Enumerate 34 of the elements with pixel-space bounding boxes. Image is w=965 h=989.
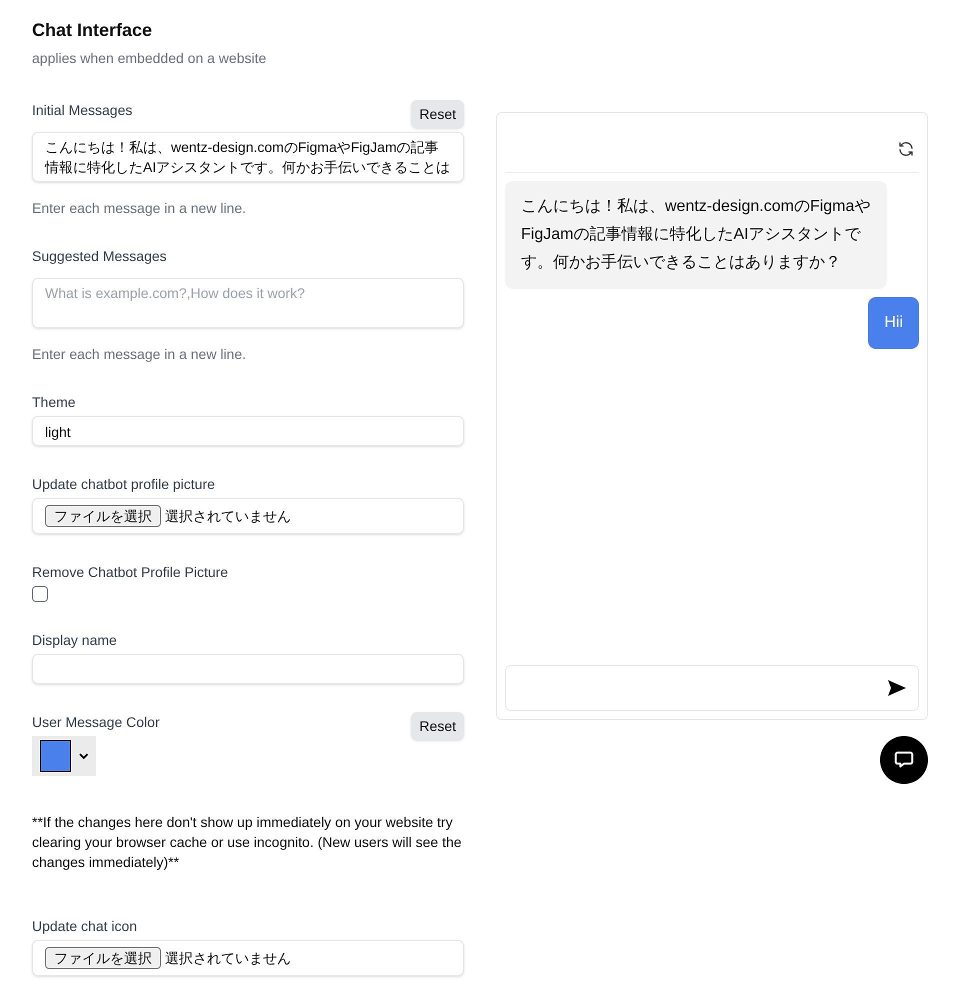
- field-label: Suggested Messages: [32, 247, 167, 266]
- chevron-down-icon: [78, 752, 88, 760]
- refresh-icon[interactable]: [897, 140, 915, 158]
- text-input[interactable]: [32, 654, 464, 684]
- color-picker[interactable]: [32, 736, 96, 776]
- field-label: Update chat icon: [32, 917, 138, 936]
- chat-bubble-button[interactable]: [880, 736, 928, 784]
- field-label: Initial Messages: [32, 101, 132, 120]
- choose-file-button[interactable]: ファイルを選択: [45, 947, 161, 969]
- help-text: Enter each message in a new line.: [32, 345, 248, 364]
- page-subtitle: applies when embedded on a website: [32, 49, 268, 68]
- file-status: 選択されていません: [165, 949, 291, 968]
- file-status: 選択されていません: [165, 507, 291, 526]
- cache-note: **If the changes here don't show up immediately on your website try clearing your browser cache or use incognito. (New users will see the changes immediately)**: [32, 813, 463, 872]
- field-label: Remove Chatbot Profile Picture: [32, 563, 228, 582]
- message-textarea[interactable]: こんにちは！私は、wentz-design.comのFigmaやFigJamの記事情報に特化したAIアシスタントです。何かお手伝いできることは: [32, 132, 464, 182]
- choose-file-button[interactable]: ファイルを選択: [45, 505, 161, 527]
- reset-button[interactable]: Reset: [411, 100, 464, 128]
- field-label: User Message Color: [32, 713, 160, 732]
- checkbox[interactable]: [32, 586, 48, 602]
- message-input[interactable]: [505, 665, 919, 711]
- field-label: Display name: [32, 631, 118, 650]
- input-value: light: [45, 424, 71, 440]
- help-text: Enter each message in a new line.: [32, 199, 248, 218]
- file-input[interactable]: ファイルを選択 選択されていません: [32, 498, 464, 534]
- reset-button[interactable]: Reset: [411, 712, 464, 740]
- send-icon[interactable]: [888, 680, 906, 696]
- field-label: Update chatbot profile picture: [32, 475, 216, 494]
- file-input[interactable]: ファイルを選択 選択されていません: [32, 940, 464, 976]
- text-input[interactable]: light: [32, 416, 464, 446]
- page-title: Chat Interface: [32, 19, 154, 42]
- user-message: Hii: [868, 297, 919, 349]
- bot-message: こんにちは！私は、wentz-design.comのFigmaやFigJamの記事情報に特化したAIアシスタントです。何かお手伝いできることはありますか？: [505, 181, 887, 289]
- field-label: Theme: [32, 393, 77, 412]
